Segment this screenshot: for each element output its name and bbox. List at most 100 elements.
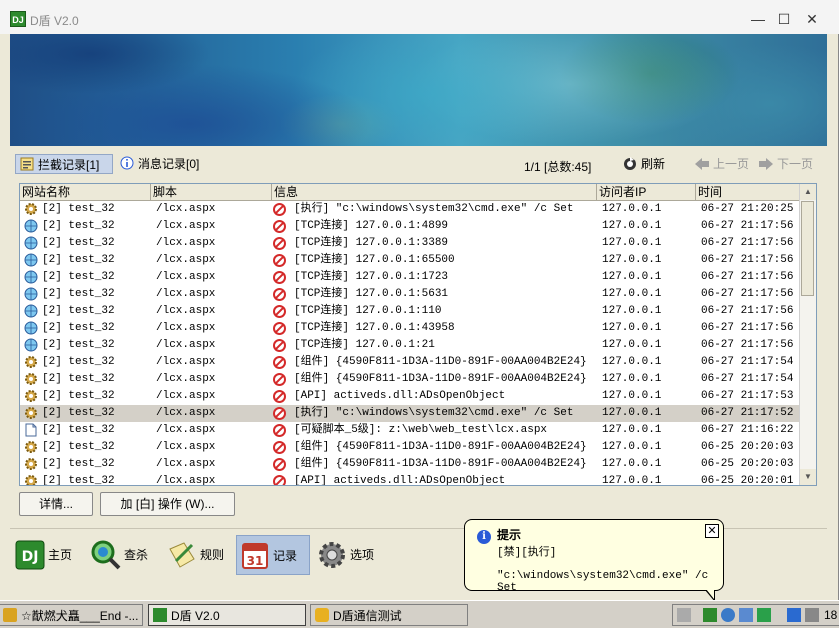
- cell-info: [组件] {4590F811-1D3A-11D0-891F-00AA004B2E…: [294, 373, 587, 385]
- tray-app-icon[interactable]: [739, 608, 753, 622]
- prev-page-button[interactable]: 上一页: [691, 154, 749, 174]
- cell-ip: 127.0.0.1: [602, 475, 662, 486]
- column-header-site[interactable]: 网站名称: [20, 184, 151, 200]
- table-row[interactable]: [2] test_32/lcx.aspx [API] activeds.dll:A…: [20, 388, 801, 405]
- vertical-scrollbar[interactable]: ▲ ▼: [799, 184, 816, 485]
- rules-pencil-icon: [169, 542, 195, 568]
- whitelist-action-button[interactable]: 加 [白] 操作 (W)...: [100, 492, 235, 516]
- blocked-icon: [273, 407, 286, 420]
- blocked-icon: [273, 339, 286, 352]
- details-button[interactable]: 详情...: [19, 492, 93, 516]
- cell-ip: 127.0.0.1: [602, 441, 662, 453]
- gear-options-icon: [319, 542, 345, 568]
- close-button[interactable]: ✕: [802, 10, 822, 28]
- notification-balloon[interactable]: i 提示 [禁][执行] "c:\windows\system32\cmd.ex…: [464, 519, 724, 602]
- cell-info: [可疑脚本_5级]: z:\web\web_test\lcx.aspx: [294, 424, 548, 436]
- balloon-close-button[interactable]: ✕: [705, 524, 719, 538]
- info-icon: [120, 156, 134, 170]
- taskbar: ☆猷燃犬矗___End -... D盾 V2.0 D盾通信测试 18: [0, 600, 839, 628]
- title-bar[interactable]: DJ D盾 V2.0 — ☐ ✕: [0, 0, 839, 34]
- tray-monitor-icon[interactable]: [787, 608, 801, 622]
- tray-network-icon[interactable]: [677, 608, 691, 622]
- scroll-up-arrow[interactable]: ▲: [800, 184, 816, 200]
- magnifier-scan-icon: [91, 540, 121, 570]
- d-shield-logo-icon: DJ: [15, 540, 45, 570]
- nav-records[interactable]: 31 记录: [236, 535, 310, 575]
- table-row[interactable]: [2] test_32/lcx.aspx [TCP连接] 127.0.0.1:11…: [20, 303, 801, 320]
- taskbar-button-dshield-test[interactable]: D盾通信测试: [310, 604, 468, 626]
- nav-home-label: 主页: [48, 548, 73, 562]
- tray-d-shield-icon[interactable]: [703, 608, 717, 622]
- calendar-log-icon: 31: [242, 543, 268, 569]
- minimize-button[interactable]: —: [748, 10, 768, 28]
- scroll-down-arrow[interactable]: ▼: [800, 469, 816, 485]
- globe-icon: [24, 270, 38, 284]
- cell-ip: 127.0.0.1: [602, 356, 662, 368]
- gear-icon: [25, 407, 37, 419]
- nav-home[interactable]: DJ 主页: [12, 535, 80, 575]
- taskbar-button-dshield[interactable]: D盾 V2.0: [148, 604, 306, 626]
- cell-time: 06-27 21:17:56: [701, 271, 794, 283]
- table-row[interactable]: [2] test_32/lcx.aspx [TCP连接] 127.0.0.1:65…: [20, 252, 801, 269]
- table-row[interactable]: [2] test_32/lcx.aspx [API] activeds.dll:A…: [20, 473, 801, 486]
- cell-ip: 127.0.0.1: [602, 339, 662, 351]
- tray-security-icon[interactable]: [757, 608, 771, 622]
- column-header-script[interactable]: 脚本: [151, 184, 272, 200]
- tab-intercept-log[interactable]: 拦截记录[1]: [15, 154, 113, 174]
- refresh-icon: [624, 157, 636, 170]
- cell-ip: 127.0.0.1: [602, 424, 662, 436]
- table-row[interactable]: [2] test_32/lcx.aspx [TCP连接] 127.0.0.1:48…: [20, 218, 801, 235]
- cell-script: /lcx.aspx: [156, 322, 216, 334]
- table-row[interactable]: [2] test_32/lcx.aspx [执行] "c:\windows\sys…: [20, 405, 801, 422]
- cell-info: [API] activeds.dll:ADsOpenObject: [294, 390, 506, 402]
- table-row[interactable]: [2] test_32/lcx.aspx [组件] {4590F811-1D3A-…: [20, 439, 801, 456]
- blocked-icon: [273, 305, 286, 318]
- column-header-time[interactable]: 时间: [696, 184, 801, 200]
- table-row[interactable]: [2] test_32/lcx.aspx [组件] {4590F811-1D3A-…: [20, 456, 801, 473]
- table-row[interactable]: [2] test_32/lcx.aspx [执行] "c:\windows\sys…: [20, 201, 801, 218]
- cell-info: [TCP连接] 127.0.0.1:5631: [294, 288, 449, 300]
- table-row[interactable]: [2] test_32/lcx.aspx [组件] {4590F811-1D3A-…: [20, 354, 801, 371]
- maximize-button[interactable]: ☐: [774, 10, 794, 28]
- blocked-icon: [273, 271, 286, 284]
- next-page-button[interactable]: 下一页: [755, 154, 813, 174]
- cell-site: [2] test_32: [42, 373, 115, 385]
- scroll-thumb[interactable]: [801, 201, 814, 296]
- column-header-info[interactable]: 信息: [272, 184, 597, 200]
- table-row[interactable]: [2] test_32/lcx.aspx [TCP连接] 127.0.0.1:33…: [20, 235, 801, 252]
- banner-image: [10, 34, 827, 146]
- column-header-ip[interactable]: 访问者IP: [597, 184, 696, 200]
- document-icon: [25, 423, 37, 437]
- cell-site: [2] test_32: [42, 424, 115, 436]
- table-row[interactable]: [2] test_32/lcx.aspx [TCP连接] 127.0.0.1:56…: [20, 286, 801, 303]
- taskbar-button-app[interactable]: ☆猷燃犬矗___End -...: [0, 604, 143, 626]
- cell-site: [2] test_32: [42, 288, 115, 300]
- app-logo-icon: DJ: [10, 11, 26, 27]
- nav-rules[interactable]: 规则: [164, 535, 232, 575]
- cell-site: [2] test_32: [42, 322, 115, 334]
- table-row[interactable]: [2] test_32/lcx.aspx [组件] {4590F811-1D3A-…: [20, 371, 801, 388]
- nav-options[interactable]: 选项: [314, 535, 382, 575]
- cell-time: 06-27 21:17:56: [701, 254, 794, 266]
- cell-script: /lcx.aspx: [156, 237, 216, 249]
- gear-icon: [25, 475, 37, 485]
- cell-site: [2] test_32: [42, 339, 115, 351]
- gear-icon: [25, 203, 37, 215]
- table-row[interactable]: [2] test_32/lcx.aspx [TCP连接] 127.0.0.1:43…: [20, 320, 801, 337]
- nav-scan[interactable]: 查杀: [88, 535, 156, 575]
- tray-users-icon[interactable]: [721, 608, 735, 622]
- refresh-button[interactable]: 刷新: [619, 154, 665, 174]
- cell-time: 06-27 21:20:25: [701, 203, 794, 215]
- tab-message-log[interactable]: 消息记录[0]: [116, 154, 216, 174]
- table-row[interactable]: [2] test_32/lcx.aspx [可疑脚本_5级]: z:\web\we…: [20, 422, 801, 439]
- globe-icon: [24, 338, 38, 352]
- cell-time: 06-27 21:17:53: [701, 390, 794, 402]
- table-row[interactable]: [2] test_32/lcx.aspx [TCP连接] 127.0.0.1:21…: [20, 337, 801, 354]
- tray-clock[interactable]: 18: [824, 608, 837, 622]
- table-row[interactable]: [2] test_32/lcx.aspx [TCP连接] 127.0.0.1:17…: [20, 269, 801, 286]
- prev-page-label: 上一页: [713, 157, 750, 171]
- blocked-icon: [273, 322, 286, 335]
- globe-icon: [24, 304, 38, 318]
- tray-volume-icon[interactable]: [805, 608, 819, 622]
- app-icon: [3, 608, 17, 622]
